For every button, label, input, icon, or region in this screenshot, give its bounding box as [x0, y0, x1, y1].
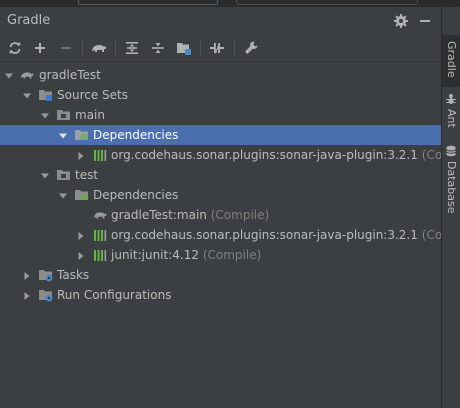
gradle-projects-tree: gradleTest Source Sets main Dependencies… — [0, 62, 441, 408]
expanded-arrow-icon[interactable] — [40, 170, 50, 180]
dependency-name: org.codehaus.sonar.plugins:sonar-java-pl… — [111, 148, 418, 162]
expanded-arrow-icon[interactable] — [22, 90, 32, 100]
elephant-icon — [92, 207, 108, 223]
tree-item-test-dependencies[interactable]: Dependencies — [0, 185, 441, 205]
gear-icon[interactable] — [392, 12, 410, 30]
tree-item-label: gradleTest:main (Compile) — [111, 207, 269, 223]
folder-icon — [56, 107, 72, 123]
tree-item-label: org.codehaus.sonar.plugins:sonar-java-pl… — [111, 147, 441, 163]
editor-tab-strip — [0, 0, 460, 7]
expanded-arrow-icon[interactable] — [58, 130, 68, 140]
gradle-tool-window: Gradle gradleTest Source Sets main Depen… — [0, 7, 441, 408]
dependency-name: org.codehaus.sonar.plugins:sonar-java-pl… — [111, 228, 418, 242]
tree-item-main[interactable]: main — [0, 105, 441, 125]
dependency-scope: (Compile) — [202, 248, 262, 262]
dependencies-folder-icon — [74, 187, 90, 203]
source-sets-folder-icon — [38, 87, 54, 103]
tree-item-label: main — [75, 108, 105, 122]
folder-icon — [56, 167, 72, 183]
tree-item-project[interactable]: gradleTest — [0, 65, 441, 85]
expanded-arrow-icon[interactable] — [58, 190, 68, 200]
tree-item-label: gradleTest — [39, 68, 101, 82]
offline-mode-icon[interactable] — [208, 39, 226, 57]
tree-item-dependency[interactable]: org.codehaus.sonar.plugins:sonar-java-pl… — [0, 225, 441, 245]
tree-item-label: Run Configurations — [57, 288, 172, 302]
dependency-scope: (Com — [421, 228, 441, 242]
side-tab-label: Gradle — [445, 41, 458, 78]
tree-item-label: Tasks — [57, 268, 90, 282]
database-icon — [445, 145, 457, 160]
wrench-icon[interactable] — [242, 39, 260, 57]
run-configurations-folder-icon — [38, 287, 54, 303]
expanded-arrow-icon[interactable] — [40, 110, 50, 120]
collapsed-arrow-icon[interactable] — [22, 290, 32, 300]
tree-item-dependency[interactable]: junit:junit:4.12 (Compile) — [0, 245, 441, 265]
expanded-arrow-icon[interactable] — [4, 70, 14, 80]
tool-window-title: Gradle — [7, 13, 51, 28]
toolbar-separator — [115, 41, 116, 55]
tree-item-label: junit:junit:4.12 (Compile) — [111, 247, 261, 263]
ant-icon — [445, 93, 457, 108]
library-icon — [92, 147, 108, 163]
library-icon — [92, 227, 108, 243]
plus-icon[interactable] — [31, 39, 49, 57]
tree-item-label: Dependencies — [93, 188, 179, 202]
editor-tab-edge — [236, 0, 418, 5]
toolbar-separator — [200, 41, 201, 55]
expand-all-icon[interactable] — [123, 39, 141, 57]
side-tab-ant[interactable]: Ant — [442, 89, 460, 137]
gradle-toolbar — [0, 35, 441, 62]
tree-item-tasks[interactable]: Tasks — [0, 265, 441, 285]
collapsed-arrow-icon[interactable] — [22, 270, 32, 280]
refresh-icon[interactable] — [6, 39, 24, 57]
toolbar-separator — [82, 41, 83, 55]
tree-item-label: test — [75, 168, 99, 182]
collapse-all-icon[interactable] — [149, 39, 167, 57]
dependency-name: junit:junit:4.12 — [111, 248, 199, 262]
tree-item-module-dependency[interactable]: gradleTest:main (Compile) — [0, 205, 441, 225]
elephant-icon[interactable] — [90, 39, 108, 57]
right-tool-strip: Gradle Ant Database — [441, 7, 460, 408]
side-tab-gradle[interactable]: Gradle — [442, 35, 460, 87]
toolbar-separator — [234, 41, 235, 55]
dependency-scope: (Comp — [421, 148, 441, 162]
tree-item-run-configurations[interactable]: Run Configurations — [0, 285, 441, 305]
tasks-folder-icon — [38, 267, 54, 283]
tree-item-dependency[interactable]: org.codehaus.sonar.plugins:sonar-java-pl… — [0, 145, 441, 165]
tree-item-test[interactable]: test — [0, 165, 441, 185]
collapsed-arrow-icon[interactable] — [76, 250, 86, 260]
dependencies-folder-icon — [74, 127, 90, 143]
tree-item-main-dependencies[interactable]: Dependencies — [0, 125, 441, 145]
tree-item-label: Source Sets — [57, 88, 128, 102]
folder-group-icon[interactable] — [175, 39, 193, 57]
tool-window-header: Gradle — [0, 7, 441, 35]
tree-item-source-sets[interactable]: Source Sets — [0, 85, 441, 105]
dependency-scope: (Compile) — [210, 208, 270, 222]
collapsed-arrow-icon[interactable] — [76, 150, 86, 160]
side-tab-label: Database — [445, 161, 458, 214]
side-tab-database[interactable]: Database — [442, 141, 460, 219]
minimize-icon[interactable] — [416, 12, 434, 30]
tree-item-label: Dependencies — [93, 128, 179, 142]
elephant-icon — [19, 67, 35, 83]
editor-tab-edge — [78, 0, 218, 5]
minus-icon[interactable] — [57, 39, 75, 57]
collapsed-arrow-icon[interactable] — [76, 230, 86, 240]
dependency-name: gradleTest:main — [111, 208, 207, 222]
tree-item-label: org.codehaus.sonar.plugins:sonar-java-pl… — [111, 227, 441, 243]
library-icon — [92, 247, 108, 263]
side-tab-label: Ant — [445, 109, 458, 128]
